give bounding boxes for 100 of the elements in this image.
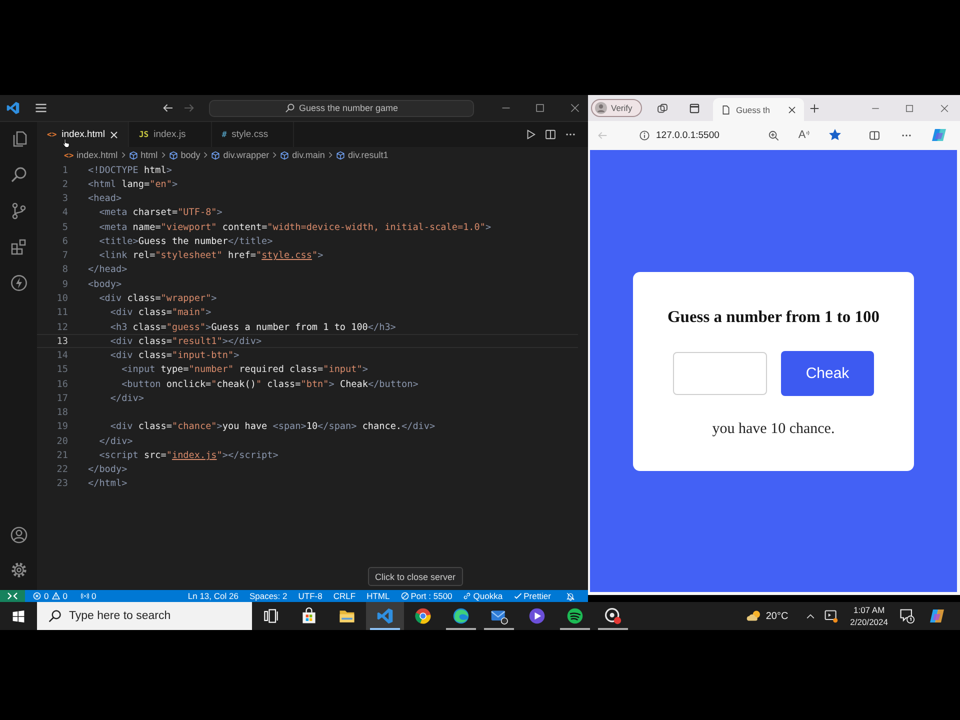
number-input[interactable] — [673, 352, 767, 394]
line-number: 23 — [56, 478, 68, 490]
code-line: <div class="chance">you have <span>10</span> chance.</div> — [109, 421, 436, 432]
new-tab-icon[interactable] — [809, 102, 820, 114]
code-line: </body> — [88, 464, 128, 476]
maximize-icon[interactable] — [535, 103, 545, 113]
store-bag-icon — [300, 607, 318, 625]
code-line: <meta charset="UTF-8"> — [98, 207, 222, 218]
read-aloud-button[interactable]: A — [798, 129, 810, 141]
back-arrow-icon[interactable] — [162, 102, 174, 114]
line-number: 8 — [61, 264, 68, 276]
breadcrumb-item[interactable]: div.result1 — [336, 150, 388, 160]
workspaces-icon[interactable] — [657, 102, 668, 114]
split-editor-icon[interactable] — [545, 129, 556, 140]
weather-button[interactable]: 20°C — [746, 608, 788, 624]
status-item[interactable]: Prettier — [514, 590, 551, 602]
code-line: <link rel="stylesheet" href="style.css"> — [98, 250, 324, 262]
close-icon[interactable] — [940, 104, 949, 112]
chrome-icon — [414, 607, 432, 625]
file-type-icon: JS — [138, 130, 149, 139]
copilot-icon[interactable] — [930, 127, 947, 143]
check-button[interactable]: Cheak — [781, 350, 874, 396]
command-center-field[interactable]: Guess the number game — [209, 100, 474, 116]
close-icon[interactable] — [570, 103, 580, 113]
favorite-star-icon[interactable] — [828, 129, 841, 141]
no-entry-icon — [400, 592, 409, 600]
cube-icon — [211, 150, 220, 160]
chevron-up-icon[interactable] — [806, 612, 816, 620]
windows-start-icon[interactable] — [12, 610, 25, 622]
broadcast-icon — [81, 592, 90, 600]
close-icon[interactable] — [788, 106, 796, 114]
line-number: 11 — [56, 307, 68, 318]
breadcrumb-item[interactable]: div.main — [280, 150, 325, 160]
code-line: <button onclick="cheak()" class="btn"> Cheak</button> — [120, 378, 418, 390]
code-line: <meta name="viewport" content="width=device-width, initial-scale=1.0"> — [98, 222, 492, 233]
check-icon — [514, 592, 522, 600]
code-line: </html> — [88, 478, 128, 490]
clock-button[interactable]: 1:07 AM 2/20/2024 — [850, 604, 888, 628]
status-item[interactable]: Spaces: 2 — [249, 590, 288, 602]
editor-tab[interactable]: <> index.html — [37, 122, 129, 147]
breadcrumb-item[interactable]: body — [168, 150, 200, 160]
line-number: 17 — [56, 392, 68, 404]
maximize-icon[interactable] — [905, 104, 914, 112]
status-item[interactable]: UTF-8 — [298, 590, 322, 602]
zoom-in-icon[interactable] — [768, 130, 780, 140]
site-info-icon[interactable] — [639, 130, 650, 140]
status-item[interactable]: Port : 5500 — [400, 590, 452, 602]
ports-indicator[interactable]: 0 — [81, 590, 96, 602]
breadcrumb-item[interactable]: <> index.html — [64, 150, 118, 160]
code-line: </div> — [98, 436, 133, 447]
sound-waves-icon — [806, 130, 810, 136]
warning-icon — [52, 592, 60, 600]
address-field[interactable]: 127.0.0.1:5500 — [656, 130, 720, 140]
code-editor-logo-icon — [6, 101, 20, 115]
line-number: 5 — [61, 222, 68, 233]
copilot-icon[interactable] — [929, 608, 945, 624]
notification-icon[interactable] — [899, 608, 915, 624]
extensions-icon[interactable] — [10, 238, 28, 256]
link-icon — [463, 592, 472, 600]
line-number: 18 — [56, 407, 68, 418]
settings-gear-icon[interactable] — [10, 561, 28, 579]
taskbar-app-button[interactable] — [366, 602, 404, 630]
status-item[interactable]: Ln 13, Col 26 — [188, 590, 238, 602]
breadcrumb-item[interactable]: div.wrapper — [211, 150, 270, 160]
split-screen-icon[interactable] — [868, 130, 880, 140]
code-line: </div> — [109, 392, 144, 404]
search-icon[interactable] — [10, 166, 28, 184]
problems-indicator[interactable]: 0 0 — [33, 590, 68, 602]
lightning-icon[interactable] — [10, 274, 28, 292]
cube-icon — [128, 150, 138, 160]
chevron-right-icon — [160, 151, 166, 159]
line-number: 19 — [56, 421, 68, 432]
edge-icon — [452, 607, 470, 625]
line-number: 10 — [56, 293, 68, 304]
status-item[interactable]: HTML — [366, 590, 390, 602]
notification-bell-icon[interactable] — [566, 592, 575, 600]
code-line: <title>Guess the number</title> — [98, 236, 273, 247]
profile-button[interactable]: Verify — [591, 99, 642, 117]
file-type-icon: <> — [64, 150, 74, 160]
menu-icon[interactable] — [34, 101, 48, 115]
browser-tab[interactable]: Guess th — [713, 98, 804, 121]
code-line: <body> — [88, 278, 122, 290]
code-line: <div class="wrapper"> — [98, 293, 217, 304]
tray-app-icon[interactable] — [824, 609, 838, 623]
account-icon[interactable] — [10, 526, 28, 544]
run-icon[interactable] — [525, 129, 536, 140]
code-line: <h3 class="guess">Guess a number from 1 to 100</h3> — [109, 322, 396, 333]
status-item[interactable]: Quokka — [463, 590, 503, 602]
line-number: 3 — [61, 193, 68, 204]
source-control-icon[interactable] — [10, 202, 28, 220]
search-icon — [48, 609, 62, 623]
code-editor-icon — [376, 607, 394, 625]
tab-actions-icon[interactable] — [689, 102, 700, 114]
status-item[interactable]: CRLF — [333, 590, 356, 602]
chevron-right-icon — [120, 151, 126, 159]
line-number: 20 — [56, 436, 68, 447]
remote-indicator-icon[interactable] — [0, 590, 25, 602]
code-line: <input type="number" required class="input"> — [120, 364, 368, 376]
taskbar-search-field[interactable]: Type here to search — [37, 602, 252, 630]
breadcrumb-item[interactable]: html — [128, 150, 158, 160]
